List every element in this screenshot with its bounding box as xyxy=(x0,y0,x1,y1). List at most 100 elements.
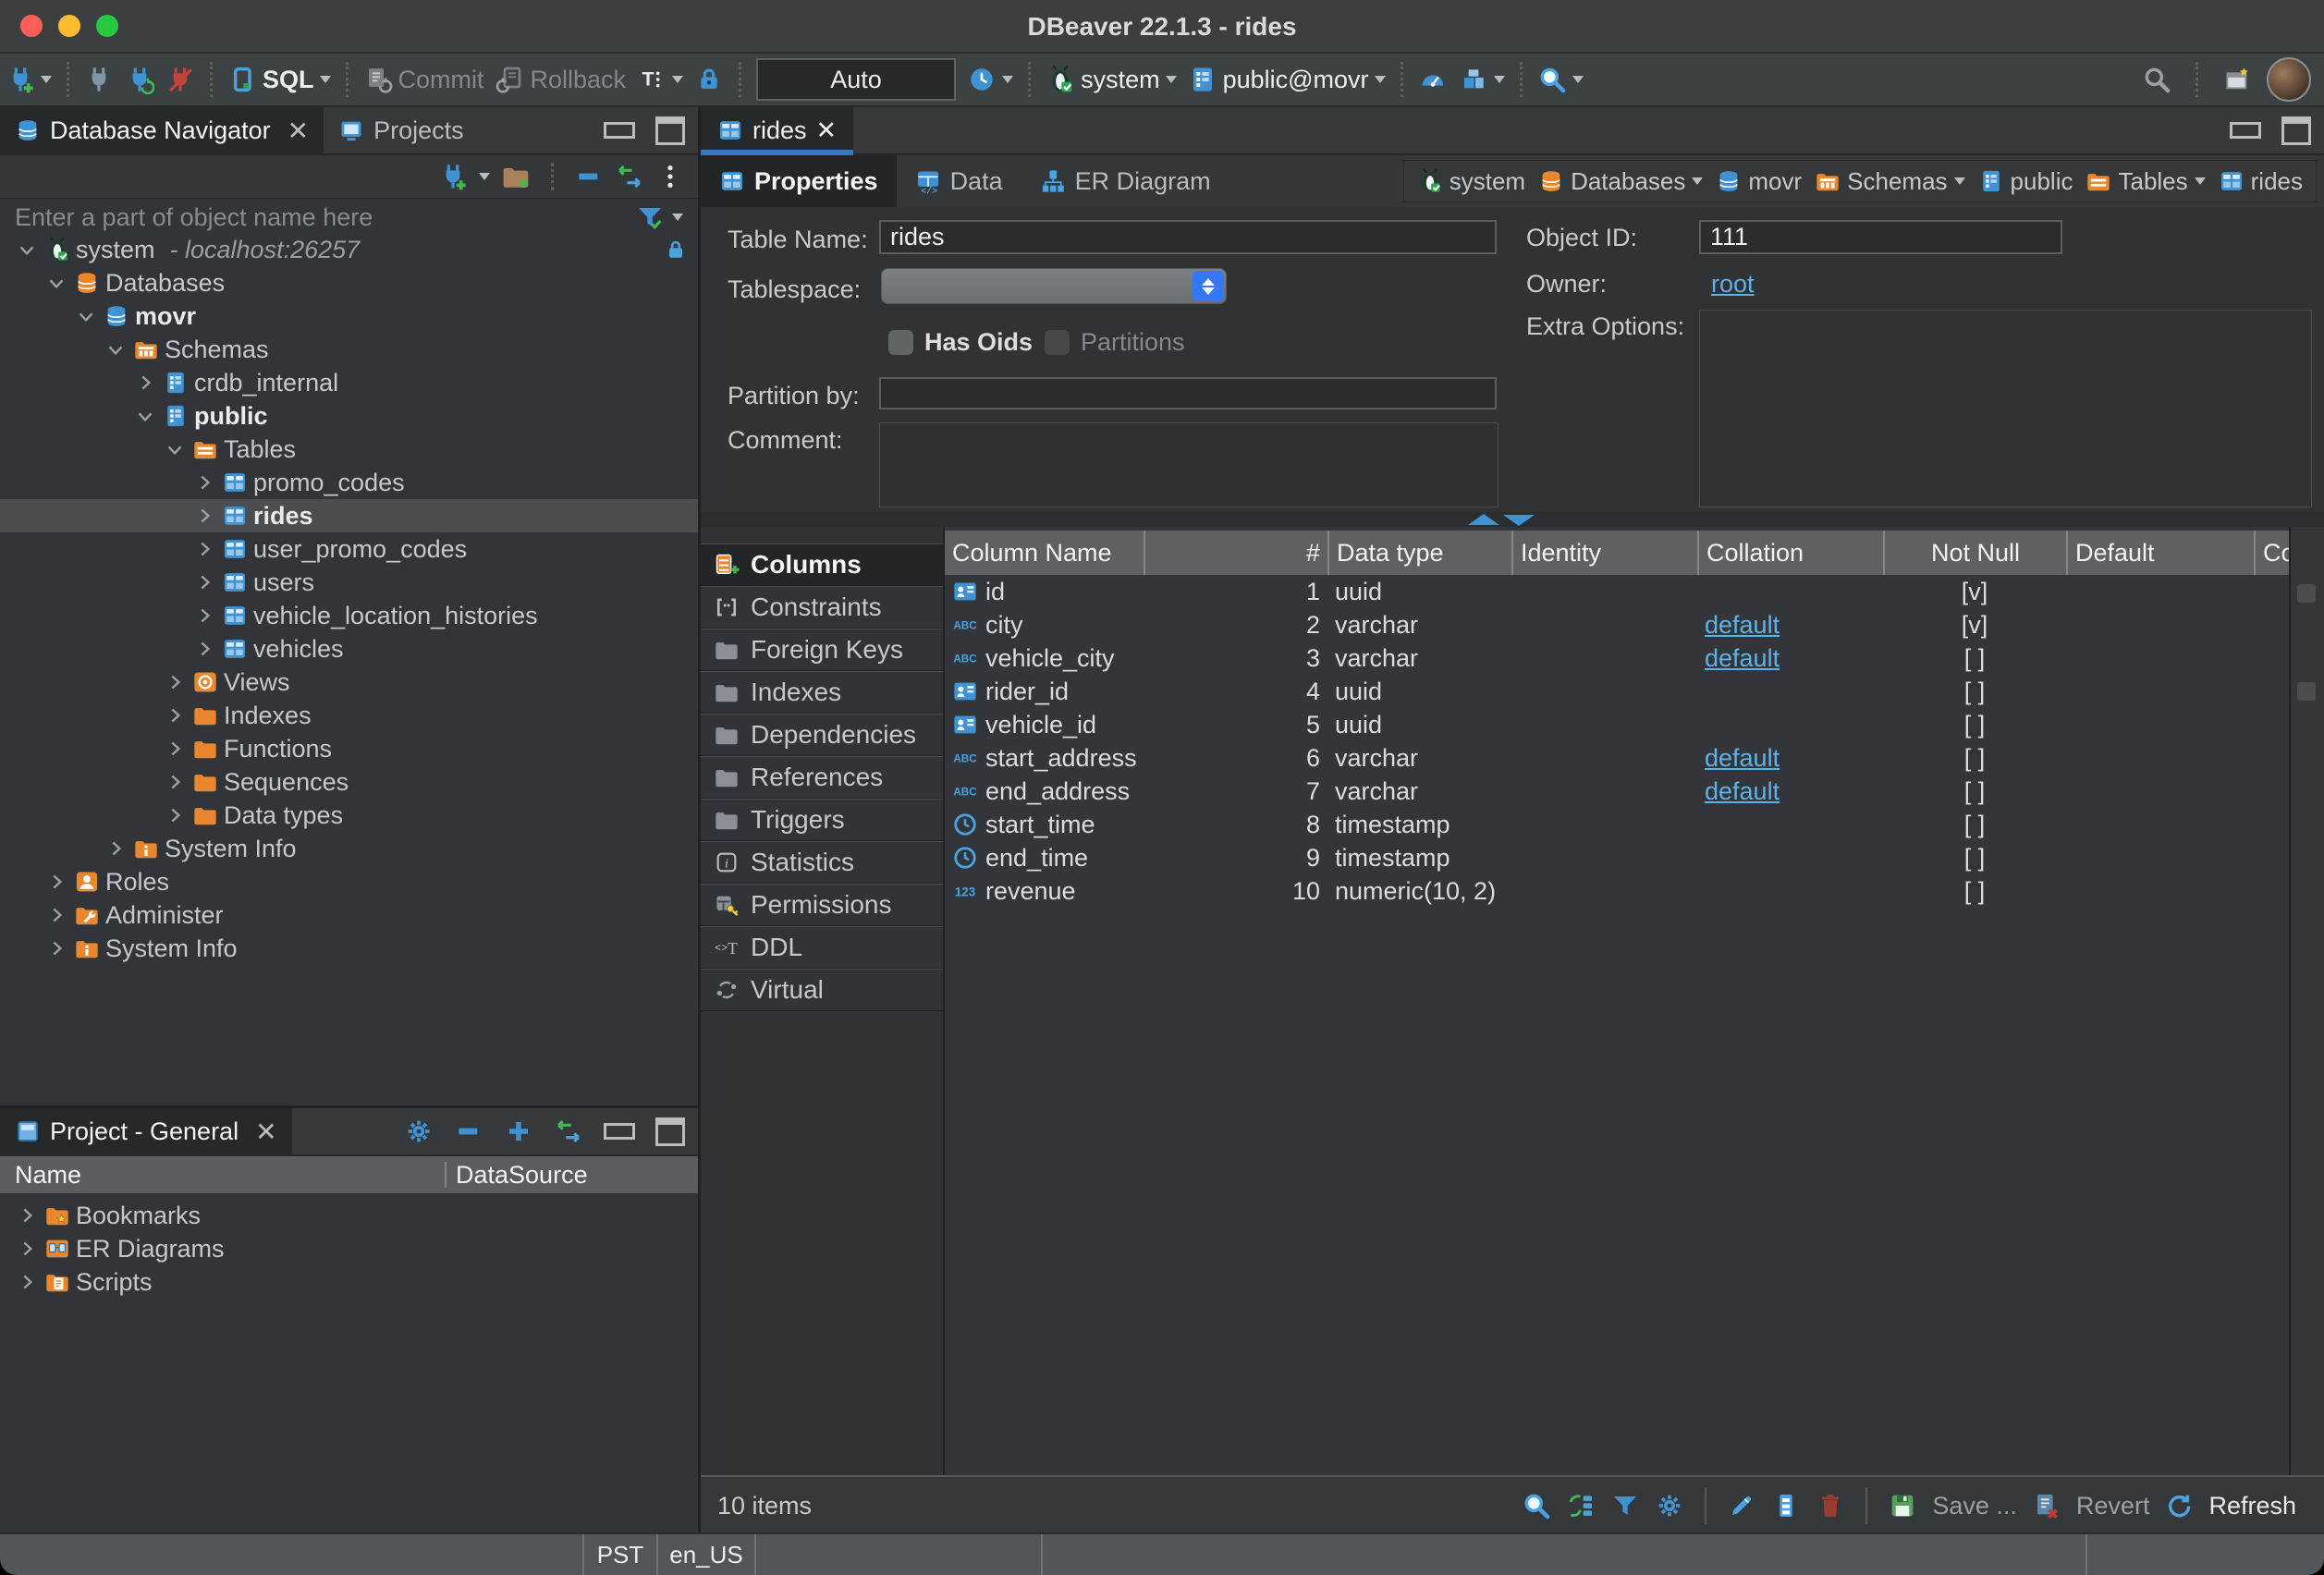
chevron-down-icon[interactable] xyxy=(1954,177,1965,185)
chevron-right-icon[interactable] xyxy=(104,836,128,861)
subtab-data[interactable]: </>Data xyxy=(897,155,1021,207)
column-row-rider_id[interactable]: rider_id4uuid[ ] xyxy=(945,675,2291,708)
partitions-checkbox[interactable] xyxy=(1045,330,1070,355)
project-item-scripts[interactable]: Scripts xyxy=(0,1265,698,1299)
chevron-down-icon[interactable] xyxy=(2195,177,2206,185)
extra-options-field[interactable] xyxy=(1699,310,2312,507)
project-item-er-diagrams[interactable]: ER Diagrams xyxy=(0,1232,698,1265)
chevron-right-icon[interactable] xyxy=(192,470,216,494)
column-header-datasource[interactable]: DataSource xyxy=(446,1161,698,1190)
open-perspective-icon[interactable] xyxy=(2222,65,2252,94)
chevron-down-icon[interactable] xyxy=(104,337,128,361)
chevron-right-icon[interactable] xyxy=(15,1270,39,1294)
owner-link[interactable]: root xyxy=(1711,270,1755,299)
commit-mode-combo[interactable]: Auto xyxy=(756,58,956,101)
chevron-right-icon[interactable] xyxy=(192,537,216,561)
side-tab-foreign-keys[interactable]: Foreign Keys xyxy=(701,629,943,671)
rollback-button[interactable]: Rollback xyxy=(490,65,632,94)
grid-settings-icon[interactable] xyxy=(1655,1491,1684,1520)
breadcrumb-rides[interactable]: rides xyxy=(2219,167,2303,196)
column-row-vehicle_id[interactable]: vehicle_id5uuid[ ] xyxy=(945,708,2291,741)
chevron-right-icon[interactable] xyxy=(192,504,216,528)
collapse-all-icon[interactable] xyxy=(454,1117,483,1146)
collation-link[interactable]: default xyxy=(1705,744,1780,773)
column-row-start_time[interactable]: start_time8timestamp[ ] xyxy=(945,808,2291,841)
project-item-bookmarks[interactable]: Bookmarks xyxy=(0,1199,698,1232)
filter-funnel-icon[interactable] xyxy=(635,202,665,232)
tree-item-functions[interactable]: Functions xyxy=(0,732,698,765)
object-search-button[interactable] xyxy=(1532,65,1589,94)
active-connection-combo[interactable]: system xyxy=(1040,65,1182,94)
tree-item-user-promo-codes[interactable]: user_promo_codes xyxy=(0,532,698,566)
breadcrumb-databases[interactable]: Databases xyxy=(1538,167,1703,196)
tree-item-schemas[interactable]: Schemas xyxy=(0,333,698,366)
tree-item-rides[interactable]: rides xyxy=(0,499,698,532)
tree-item-views[interactable]: Views xyxy=(0,665,698,699)
chevron-right-icon[interactable] xyxy=(163,670,187,694)
close-icon[interactable]: ✕ xyxy=(287,116,309,146)
breadcrumb-movr[interactable]: movr xyxy=(1716,167,1802,196)
collapse-up-icon[interactable] xyxy=(1468,514,1499,525)
side-tab-virtual[interactable]: Virtual xyxy=(701,969,943,1011)
chevron-right-icon[interactable] xyxy=(163,737,187,761)
tree-item-indexes[interactable]: Indexes xyxy=(0,699,698,732)
column-row-vehicle_city[interactable]: ABCvehicle_city3varchardefault[ ] xyxy=(945,641,2291,675)
tree-item-vehicle-location-histories[interactable]: vehicle_location_histories xyxy=(0,599,698,632)
link-with-editor-icon[interactable] xyxy=(615,162,644,191)
link-with-editor-icon[interactable] xyxy=(554,1117,583,1146)
side-tab-columns[interactable]: Columns xyxy=(701,543,943,586)
save-button[interactable]: Save ... xyxy=(1932,1492,2017,1520)
chevron-right-icon[interactable] xyxy=(192,637,216,661)
driver-manager-button[interactable] xyxy=(1453,65,1511,94)
side-tab-ddl[interactable]: <>TDDL xyxy=(701,926,943,969)
tree-item-sequences[interactable]: Sequences xyxy=(0,765,698,799)
delete-icon[interactable] xyxy=(1816,1491,1845,1520)
transaction-history-button[interactable] xyxy=(961,65,1019,94)
side-tab-dependencies[interactable]: Dependencies xyxy=(701,714,943,756)
revert-button[interactable]: Revert xyxy=(2076,1492,2150,1520)
chevron-right-icon[interactable] xyxy=(192,570,216,594)
breadcrumb-tables[interactable]: Tables xyxy=(2085,167,2205,196)
chevron-down-icon[interactable] xyxy=(15,238,39,262)
collation-link[interactable]: default xyxy=(1705,611,1780,640)
minimize-panel-icon[interactable] xyxy=(604,122,635,139)
chevron-right-icon[interactable] xyxy=(163,703,187,727)
chevron-right-icon[interactable] xyxy=(15,1237,39,1261)
tree-item-data-types[interactable]: Data types xyxy=(0,799,698,832)
transaction-lock-button[interactable] xyxy=(689,65,729,94)
panel-toggle-icon[interactable] xyxy=(2297,584,2316,603)
chevron-down-icon[interactable] xyxy=(44,271,68,295)
tree-item-public[interactable]: public xyxy=(0,399,698,433)
transaction-log-button[interactable]: T xyxy=(631,65,689,94)
column-row-start_address[interactable]: ABCstart_address6varchardefault[ ] xyxy=(945,741,2291,775)
chevron-right-icon[interactable] xyxy=(44,870,68,894)
chevron-right-icon[interactable] xyxy=(44,936,68,960)
status-locale[interactable]: en_US xyxy=(656,1534,754,1575)
minimize-panel-icon[interactable] xyxy=(604,1123,635,1140)
subtab-properties[interactable]: Properties xyxy=(701,155,897,207)
maximize-panel-icon[interactable] xyxy=(655,116,685,145)
tab-project-general[interactable]: Project - General ✕ xyxy=(0,1108,292,1154)
column-row-end_time[interactable]: end_time9timestamp[ ] xyxy=(945,841,2291,874)
chevron-right-icon[interactable] xyxy=(133,371,157,395)
collapse-all-icon[interactable] xyxy=(574,162,604,191)
tree-item-system[interactable]: system - localhost:26257 xyxy=(0,233,698,266)
new-connection-icon[interactable] xyxy=(438,162,468,191)
grid-header-column-name[interactable]: Column Name xyxy=(945,531,1144,575)
side-tab-statistics[interactable]: iStatistics xyxy=(701,841,943,884)
tree-item-system-info[interactable]: System Info xyxy=(0,932,698,965)
side-tab-indexes[interactable]: Indexes xyxy=(701,671,943,714)
tree-item-promo-codes[interactable]: promo_codes xyxy=(0,466,698,499)
maximize-panel-icon[interactable] xyxy=(655,1117,685,1146)
collation-link[interactable]: default xyxy=(1705,777,1780,806)
chevron-right-icon[interactable] xyxy=(44,903,68,927)
connect-button[interactable] xyxy=(79,65,119,94)
commit-button[interactable]: Commit xyxy=(358,65,490,94)
breadcrumb-schemas[interactable]: Schemas xyxy=(1815,167,1964,196)
chevron-right-icon[interactable] xyxy=(192,604,216,628)
breadcrumb-public[interactable]: public xyxy=(1978,167,2073,196)
tablespace-select[interactable] xyxy=(881,268,1227,304)
side-tab-permissions[interactable]: Permissions xyxy=(701,884,943,926)
grid-header-default[interactable]: Default xyxy=(2066,531,2254,575)
tree-item-databases[interactable]: Databases xyxy=(0,266,698,299)
